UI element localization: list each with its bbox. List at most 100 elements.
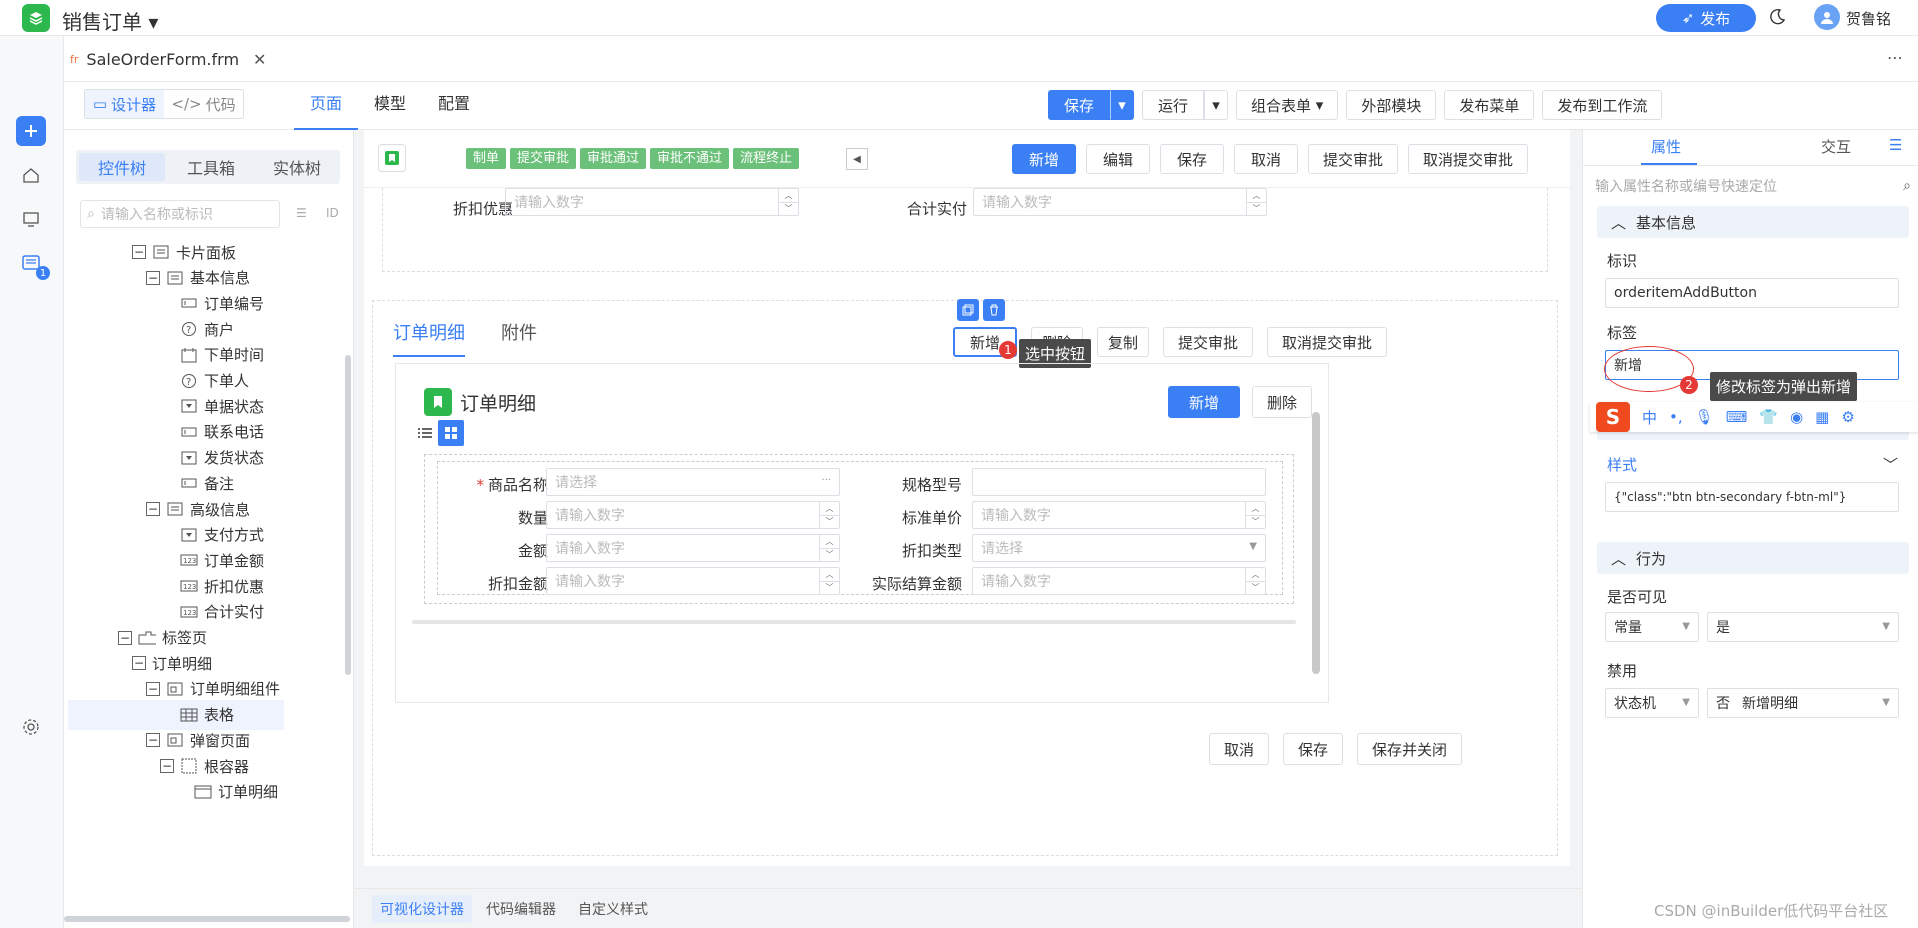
gamepad-icon[interactable]: ◉ xyxy=(1790,408,1803,426)
dialog-cancel-button[interactable]: 取消 xyxy=(1209,733,1269,765)
total-input[interactable]: 请输入数字 ︿ ﹀ xyxy=(973,188,1267,216)
submit-approval-button[interactable]: 提交审批 xyxy=(1308,144,1399,174)
tab-entity-tree[interactable]: 实体树 xyxy=(254,150,340,184)
ime-lang-toggle[interactable]: 中 xyxy=(1642,407,1657,428)
disabled-mode-select[interactable]: 状态机 ▼ xyxy=(1605,688,1699,718)
id-input[interactable]: orderitemAddButton xyxy=(1605,278,1899,308)
spinner[interactable]: ︿ ﹀ xyxy=(1245,568,1265,594)
keyboard-icon[interactable]: ⌨ xyxy=(1726,408,1748,426)
moon-icon[interactable] xyxy=(1768,8,1786,30)
save-form-button[interactable]: 保存 xyxy=(1160,144,1224,174)
spinner[interactable]: ︿ ﹀ xyxy=(819,535,839,561)
visible-value-select[interactable]: 是 ▼ xyxy=(1707,612,1899,642)
delete-icon[interactable] xyxy=(983,299,1005,321)
tab-interaction[interactable]: 交互 xyxy=(1821,136,1851,157)
basic-info-section[interactable]: ︿ 基本信息 xyxy=(1597,206,1909,238)
run-dropdown-button[interactable]: ▾ xyxy=(1204,90,1228,120)
spinner[interactable]: ︿ ﹀ xyxy=(778,189,798,215)
home-icon[interactable] xyxy=(16,160,46,190)
style-label[interactable]: 样式 xyxy=(1607,454,1637,475)
publish-button[interactable]: ➶ 发布 xyxy=(1656,4,1756,32)
tree-scrollbar[interactable] xyxy=(345,355,351,675)
workflow-tag[interactable]: 审批通过 xyxy=(580,148,647,169)
detail-copy-button[interactable]: 复制 xyxy=(1097,327,1149,357)
spinner[interactable]: ︿ ﹀ xyxy=(1245,502,1265,528)
product-select[interactable]: 请选择 ··· xyxy=(546,468,840,496)
run-button[interactable]: 运行 xyxy=(1142,90,1204,120)
save-dropdown-button[interactable]: ▾ xyxy=(1110,90,1134,120)
publish-workflow-button[interactable]: 发布到工作流 xyxy=(1542,90,1663,120)
behavior-section[interactable]: ︿ 行为 xyxy=(1597,542,1909,574)
tab-model[interactable]: 模型 xyxy=(358,82,422,130)
detail-cancel-submit-button[interactable]: 取消提交审批 xyxy=(1267,327,1388,357)
add-icon[interactable] xyxy=(16,116,46,146)
card-view-icon[interactable] xyxy=(438,420,464,446)
punctuation-icon[interactable]: •, xyxy=(1669,408,1683,426)
tab-visual-designer[interactable]: 可视化设计器 xyxy=(372,894,472,923)
app-title[interactable]: 销售订单 ▾ xyxy=(62,6,158,35)
visible-mode-select[interactable]: 常量 ▼ xyxy=(1605,612,1699,642)
spinner[interactable]: ︿ ﹀ xyxy=(819,502,839,528)
tree-search-input[interactable]: ⌕ 请输入名称或标识 xyxy=(80,200,280,228)
workflow-tag[interactable]: 制单 xyxy=(466,148,507,169)
workflow-tag[interactable]: 审批不通过 xyxy=(650,148,730,169)
workflow-tag[interactable]: 流程终止 xyxy=(733,148,800,169)
collapse-toggle-icon[interactable]: − xyxy=(146,270,160,285)
settle-amount-input[interactable]: 请输入数字 ︿ ﹀ xyxy=(972,567,1266,595)
dialog-save-button[interactable]: 保存 xyxy=(1283,733,1343,765)
spinner[interactable]: ︿ ﹀ xyxy=(819,568,839,594)
tab-control-tree[interactable]: 控件树 xyxy=(79,153,165,181)
user-name[interactable]: 贺鲁铭 xyxy=(1846,8,1891,29)
collapse-toggle-icon[interactable]: − xyxy=(146,502,160,516)
style-input[interactable]: {"class":"btn btn-secondary f-btn-ml"} xyxy=(1605,482,1899,512)
more-icon[interactable]: ⋯ xyxy=(1887,48,1904,67)
collapse-toggle-icon[interactable]: − xyxy=(132,656,146,671)
tab-attachment[interactable]: 附件 xyxy=(501,319,537,357)
card-add-button[interactable]: 新增 xyxy=(1168,386,1240,418)
compose-form-button[interactable]: 组合表单 ▾ xyxy=(1236,90,1339,120)
microphone-icon[interactable]: 🎙 xyxy=(1695,408,1714,426)
amount-input[interactable]: 请输入数字 ︿ ﹀ xyxy=(546,534,840,562)
chevron-down-icon[interactable]: ﹀ xyxy=(1883,454,1898,475)
cancel-submit-button[interactable]: 取消提交审批 xyxy=(1408,144,1529,174)
workflow-tag[interactable]: 提交审批 xyxy=(510,148,577,169)
discount-type-select[interactable]: 请选择 ▼ xyxy=(972,534,1266,562)
card-scrollbar[interactable] xyxy=(1312,412,1320,674)
filter-icon[interactable]: ☰ xyxy=(296,206,307,220)
collapse-toggle-icon[interactable]: − xyxy=(146,733,160,748)
tab-custom-style[interactable]: 自定义样式 xyxy=(570,895,656,923)
detail-submit-button[interactable]: 提交审批 xyxy=(1163,327,1254,357)
tab-order-detail[interactable]: 订单明细 xyxy=(393,319,465,357)
unit-price-input[interactable]: 请输入数字 ︿ ﹀ xyxy=(972,501,1266,529)
collapse-left-icon[interactable]: ◀ xyxy=(846,148,868,170)
cancel-button[interactable]: 取消 xyxy=(1234,144,1298,174)
tab-config[interactable]: 配置 xyxy=(422,82,486,130)
skin-icon[interactable]: 👕 xyxy=(1759,408,1778,426)
grid-icon[interactable]: ▦ xyxy=(1815,408,1829,426)
card-delete-button[interactable]: 删除 xyxy=(1252,386,1312,418)
tab-page[interactable]: 页面 xyxy=(294,82,359,130)
ime-logo-icon[interactable]: S xyxy=(1596,402,1630,432)
property-search-input[interactable]: 输入属性名称或编号快速定位 ⌕ xyxy=(1595,172,1911,200)
tools-icon[interactable]: ⚙ xyxy=(1841,408,1854,426)
forms-icon[interactable]: 1 xyxy=(16,248,50,280)
code-mode-button[interactable]: </> 代码 xyxy=(164,90,243,118)
collapse-toggle-icon[interactable]: − xyxy=(118,630,132,645)
disabled-value-select[interactable]: 否新增明细 ▼ xyxy=(1707,688,1899,718)
spinner[interactable]: ︿ ﹀ xyxy=(1246,189,1266,215)
more-icon[interactable]: ··· xyxy=(821,475,831,486)
publish-menu-button[interactable]: 发布菜单 xyxy=(1444,90,1535,120)
tab-properties[interactable]: 属性 xyxy=(1651,136,1681,157)
add-button[interactable]: 新增 xyxy=(1012,144,1076,174)
collapse-toggle-icon[interactable]: − xyxy=(146,681,160,696)
spec-input[interactable] xyxy=(972,468,1266,496)
edit-button[interactable]: 编辑 xyxy=(1086,144,1150,174)
menu-icon[interactable]: ☰ xyxy=(1889,136,1902,154)
monitor-icon[interactable] xyxy=(16,204,46,234)
designer-mode-button[interactable]: ▭ 设计器 xyxy=(85,90,164,118)
tab-code-editor[interactable]: 代码编辑器 xyxy=(478,895,564,923)
id-toggle-icon[interactable]: ID xyxy=(326,206,339,220)
tab-toolbox[interactable]: 工具箱 xyxy=(168,150,254,184)
collapse-toggle-icon[interactable]: − xyxy=(160,759,174,773)
copy-icon[interactable] xyxy=(957,299,979,321)
